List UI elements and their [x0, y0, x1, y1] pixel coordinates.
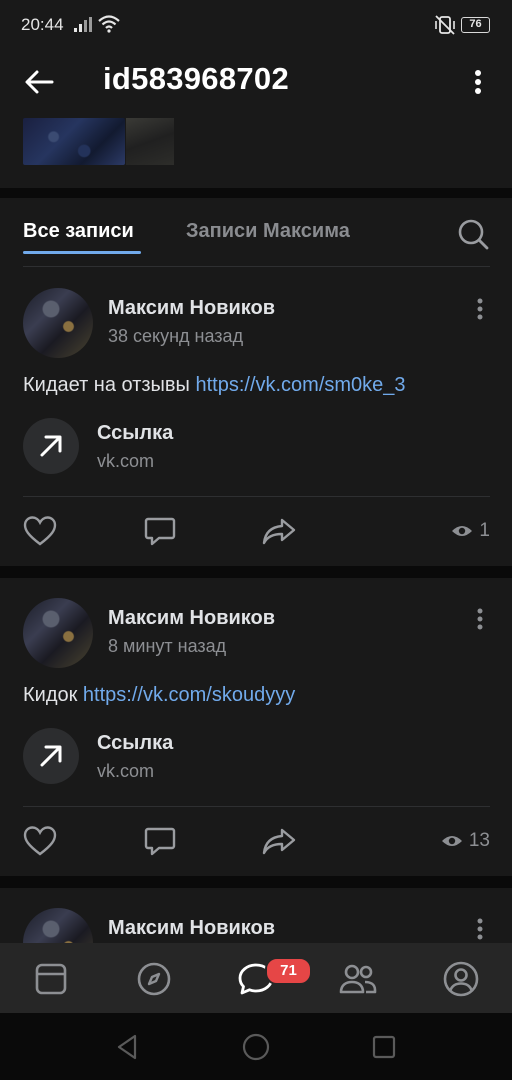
comment-icon[interactable]: [142, 514, 178, 548]
divider: [23, 266, 490, 267]
wall-post: Максим Новиков 8 минут назад Кидок https…: [0, 578, 512, 876]
tab-all-posts[interactable]: Все записи: [23, 220, 134, 243]
eye-icon: [452, 526, 473, 536]
eye-icon: [441, 836, 462, 846]
messages-badge: 71: [265, 957, 312, 985]
wall-tabs: Все записи Записи Максима: [0, 198, 512, 268]
link-arrow-icon: [23, 418, 79, 474]
divider: [23, 806, 490, 807]
search-icon[interactable]: [456, 217, 490, 251]
share-icon[interactable]: [261, 514, 297, 548]
post-author[interactable]: Максим Новиков: [108, 297, 275, 320]
post-text: Кидок https://vk.com/skoudyyy: [23, 684, 296, 706]
avatar[interactable]: [23, 908, 93, 943]
views-counter: 13: [441, 830, 490, 852]
views-count: 13: [468, 830, 490, 851]
status-time: 20:44: [21, 15, 64, 34]
comment-icon[interactable]: [142, 824, 178, 858]
more-vertical-icon[interactable]: [470, 916, 490, 943]
system-recents-icon[interactable]: [370, 1033, 398, 1061]
like-icon[interactable]: [22, 824, 58, 858]
wall-post: Максим Новиков 38 секунд назад Кидает на…: [0, 268, 512, 566]
profile-icon[interactable]: [441, 959, 481, 999]
avatar[interactable]: [23, 288, 93, 358]
friends-icon[interactable]: [338, 959, 378, 999]
post-link[interactable]: https://vk.com/skoudyyy: [83, 684, 295, 706]
link-attachment[interactable]: Ссылка vk.com: [23, 416, 490, 476]
link-title: Ссылка: [97, 422, 174, 444]
discover-icon[interactable]: [134, 959, 174, 999]
more-vertical-icon[interactable]: [470, 606, 490, 636]
link-title: Ссылка: [97, 732, 174, 754]
post-author[interactable]: Максим Новиков: [108, 917, 275, 940]
views-counter: 1: [451, 520, 490, 542]
system-navigation: [0, 1013, 512, 1080]
back-arrow-icon[interactable]: [22, 66, 58, 98]
section-gap: [0, 566, 512, 578]
section-gap: [0, 188, 512, 198]
more-vertical-icon[interactable]: [466, 66, 490, 98]
share-icon[interactable]: [261, 824, 297, 858]
system-home-icon[interactable]: [242, 1033, 270, 1061]
tab-active-indicator: [23, 251, 141, 254]
link-arrow-icon: [23, 728, 79, 784]
link-attachment[interactable]: Ссылка vk.com: [23, 726, 490, 786]
link-domain: vk.com: [97, 761, 155, 781]
system-back-icon[interactable]: [114, 1033, 142, 1061]
post-text: Кидает на отзывы https://vk.com/sm0ke_3: [23, 374, 406, 396]
page-title: id583968702: [103, 61, 290, 96]
profile-photo[interactable]: [23, 118, 125, 165]
like-icon[interactable]: [22, 514, 58, 548]
section-gap: [0, 876, 512, 888]
wifi-icon: [98, 15, 120, 33]
avatar[interactable]: [23, 598, 93, 668]
app-header: id583968702: [0, 52, 512, 114]
signal-icon: [74, 17, 92, 32]
vibrate-mute-icon: [435, 15, 455, 35]
battery-indicator: 76: [461, 17, 490, 33]
post-author[interactable]: Максим Новиков: [108, 607, 275, 630]
post-link[interactable]: https://vk.com/sm0ke_3: [195, 374, 405, 396]
link-domain: vk.com: [97, 451, 155, 471]
post-time: 38 секунд назад: [108, 326, 244, 346]
profile-photo[interactable]: [126, 118, 174, 165]
news-icon[interactable]: [31, 959, 71, 999]
more-vertical-icon[interactable]: [470, 296, 490, 326]
bottom-navigation: [0, 943, 512, 1013]
post-time: 8 минут назад: [108, 636, 227, 656]
divider: [23, 496, 490, 497]
wall-post: Максим Новиков: [0, 888, 512, 943]
status-bar: 20:44 76: [0, 0, 512, 52]
views-count: 1: [479, 520, 490, 541]
tab-own-posts[interactable]: Записи Максима: [186, 220, 350, 243]
photo-strip: [0, 114, 512, 188]
